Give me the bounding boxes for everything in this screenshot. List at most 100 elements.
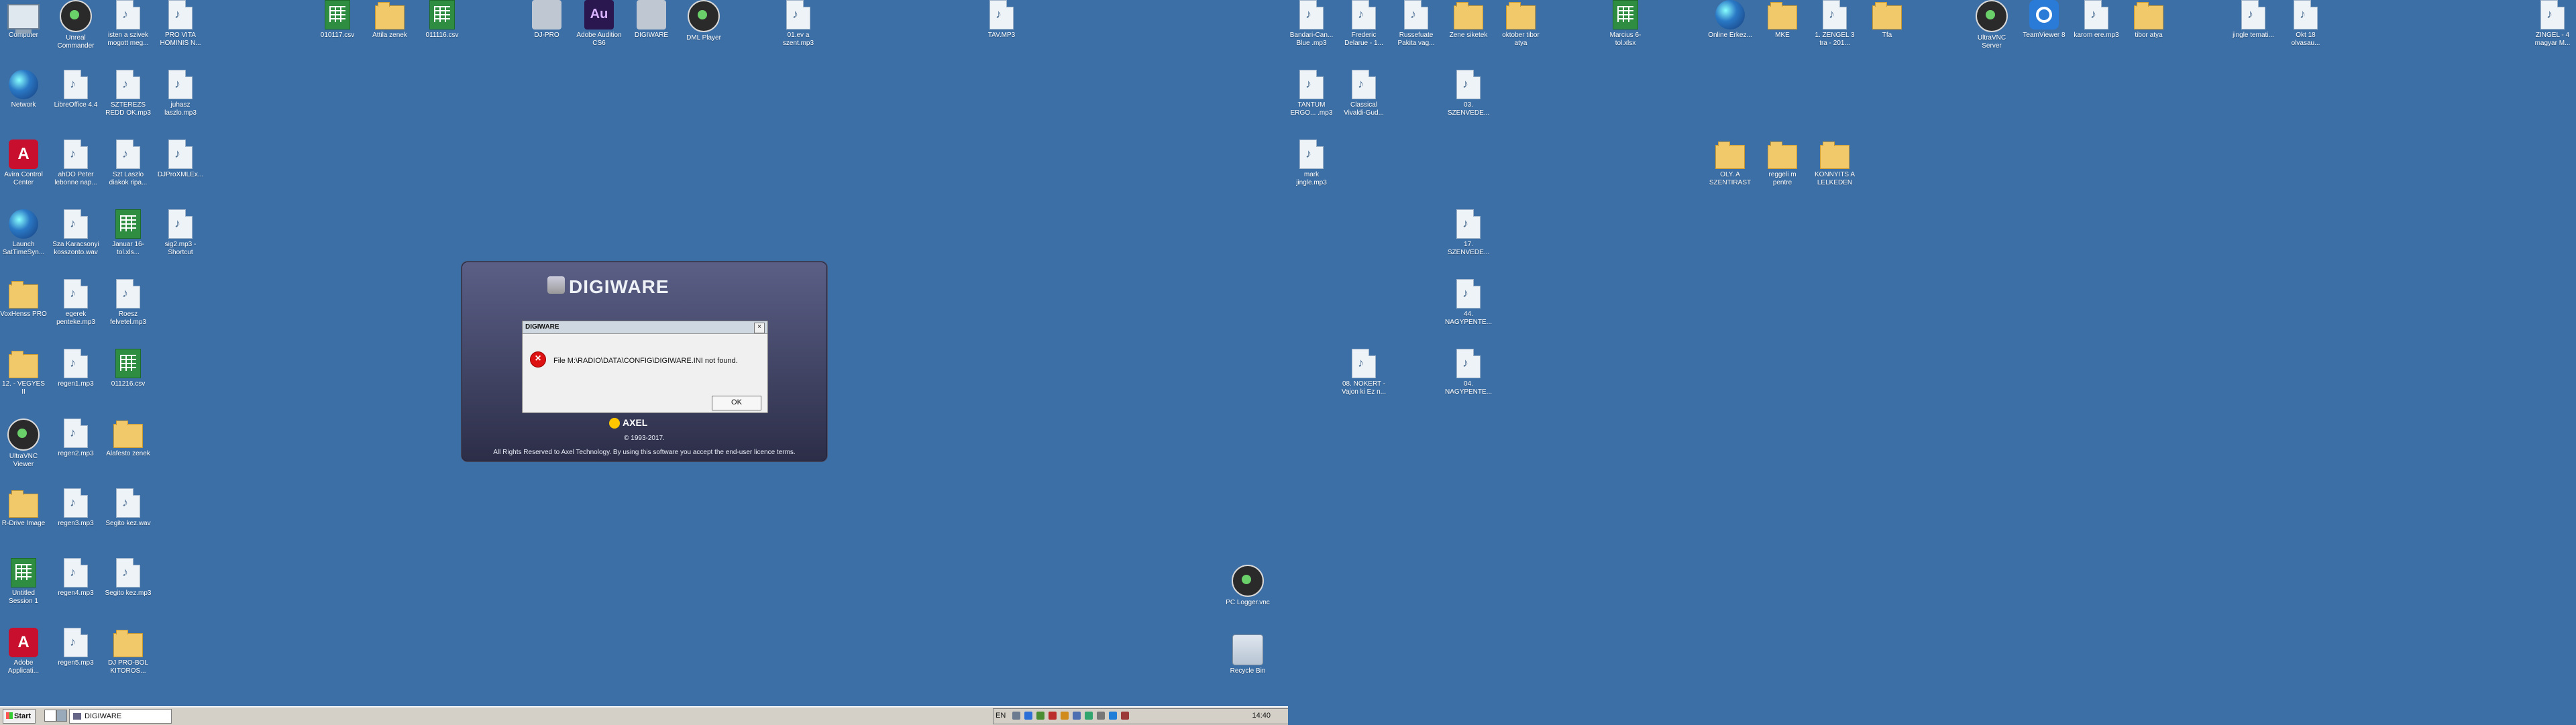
desktop-icon[interactable]: Tfa [1864,0,1911,40]
desktop-icon[interactable]: Adobe Audition CS6 [576,0,623,48]
desktop-icon[interactable]: OLY. A SZENTIRAST [1707,140,1754,187]
desktop-icon[interactable]: karom ere.mp3 [2073,0,2120,40]
tray-icon-1[interactable] [1012,712,1020,720]
desktop-icon[interactable]: Okt 18 olvasau... [2282,0,2329,48]
tray-icon-10[interactable] [1121,712,1129,720]
desktop-icon[interactable]: KONNYITS A LELKEDEN [1811,140,1858,187]
desktop-icon[interactable]: isten a szivek mogott meg... [105,0,152,48]
desktop-icon[interactable]: MKE [1759,0,1806,40]
tray-icon-5[interactable] [1061,712,1069,720]
desktop-icon[interactable]: UltraVNC Server [1968,0,2015,50]
desktop-icon-label: Roesz felvetel.mp3 [110,311,146,326]
desktop-icon[interactable]: DJProXMLEx... [157,140,204,179]
desktop-icon[interactable]: Roesz felvetel.mp3 [105,279,152,327]
desktop-icon[interactable]: R-Drive Image [0,488,47,528]
clock[interactable]: 14:40 [1252,712,1271,720]
tray-icon-3[interactable] [1036,712,1044,720]
desktop-icon[interactable]: oktober tibor atya [1497,0,1544,48]
desktop-icon[interactable]: reggeli m pentre [1759,140,1806,187]
desktop-icon[interactable]: 12. - VEGYES II [0,349,47,396]
desktop-icon[interactable]: PRO VITA HOMINIS N... [157,0,204,48]
desktop-icon[interactable]: SZTEREZS REDD OK.mp3 [105,70,152,117]
folder-icon [2134,2,2163,30]
desktop-icon[interactable]: regen5.mp3 [52,628,99,667]
desktop-icon[interactable]: Adobe Applicati... [0,628,47,675]
desktop-icon[interactable]: 08. NOKERT - Vajon ki Ez n... [1340,349,1387,396]
tray-icon-4[interactable] [1049,712,1057,720]
taskbar-item-digiware[interactable]: DIGIWARE [69,709,172,724]
desktop-icon[interactable]: Classical Vivaldi-Gud... [1340,70,1387,117]
desktop-icon[interactable]: TAV.MP3 [978,0,1025,40]
desktop-icon[interactable]: 04. NAGYPENTE... [1445,349,1492,396]
desktop-icon[interactable]: Network [0,70,47,109]
desktop-icon[interactable]: 01.ev a szent.mp3 [775,0,822,48]
close-button[interactable]: × [754,323,765,333]
tray-icon-2[interactable] [1024,712,1032,720]
sheet-icon [325,0,350,30]
ok-button[interactable]: OK [712,396,761,410]
desktop-icon[interactable]: 03. SZENVEDE... [1445,70,1492,117]
desktop-icon[interactable]: Bandari-Can... Blue .mp3 [1288,0,1335,48]
desktop-icon[interactable]: juhasz laszlo.mp3 [157,70,204,117]
desktop-icon[interactable]: regen3.mp3 [52,488,99,528]
desktop-icon-label: regen2.mp3 [58,450,94,457]
desktop-icon-label: TAV.MP3 [987,32,1016,39]
desktop-icon[interactable]: ZINGEL - 4 magyar M... [2529,0,2576,48]
desktop-icon[interactable]: Online Erkez... [1707,0,1754,40]
desktop-icon[interactable]: regen1.mp3 [52,349,99,388]
desktop-icon[interactable]: Sza Karacsonyi kosszonto.wav [52,209,99,257]
desktop-icon[interactable]: jingle temati... [2230,0,2277,40]
desktop-icon[interactable]: 17. SZENVEDE... [1445,209,1492,257]
desktop-icon[interactable]: egerek penteke.mp3 [52,279,99,327]
desktop-icon[interactable]: Szt Laszlo diakok ripa... [105,140,152,187]
network-icon [1715,0,1745,30]
desktop-icon[interactable]: tibor atya [2125,0,2172,40]
app-red-icon [9,628,38,657]
desktop-icon[interactable]: Recycle Bin [1224,634,1271,675]
desktop-icon[interactable]: Russefuate Pakita vag... [1393,0,1440,48]
desktop-icon[interactable]: Januar 16-tol.xls... [105,209,152,257]
desktop-icon[interactable]: Untitled Session 1 [0,558,47,606]
desktop-icon[interactable]: regen4.mp3 [52,558,99,598]
desktop-icon[interactable]: UltraVNC Viewer [0,419,47,469]
desktop-icon[interactable]: 011116.csv [419,0,466,40]
desktop-icon[interactable]: Avira Control Center [0,140,47,187]
desktop-icon[interactable]: 1. ZENGEL 3 tra - 201... [1811,0,1858,48]
desktop-icon[interactable]: TeamViewer 8 [2021,0,2068,40]
desktop-icon[interactable]: DJ-PRO [523,0,570,40]
desktop-icon-label: regen5.mp3 [58,659,94,667]
language-indicator[interactable]: EN [996,712,1006,720]
start-button[interactable]: Start [3,709,36,724]
show-desktop-icon[interactable] [44,710,56,722]
desktop-icon[interactable]: DIGIWARE [628,0,675,40]
desktop-icon[interactable]: PC Logger.vnc [1224,565,1271,607]
desktop-icon[interactable]: Segito kez.wav [105,488,152,528]
desktop-icon[interactable]: Alafesto zenek [105,419,152,458]
tray-icon-8[interactable] [1097,712,1105,720]
desktop-icon[interactable]: Marcius 6-tol.xlsx [1602,0,1649,48]
desktop-icon[interactable]: LibreOffice 4.4 [52,70,99,109]
desktop-icon[interactable]: regen2.mp3 [52,419,99,458]
desktop-icon[interactable]: 011216.csv [105,349,152,388]
desktop-icon[interactable]: Segito kez.mp3 [105,558,152,598]
desktop-icon[interactable]: DJ PRO-BOL KITOROS... [105,628,152,675]
desktop-icon[interactable]: Zene siketek [1445,0,1492,40]
desktop-icon[interactable]: TANTUM ERGO... .mp3 [1288,70,1335,117]
desktop-icon[interactable]: DML Player [680,0,727,42]
desktop-icon-label: regen4.mp3 [58,590,94,597]
desktop-icon[interactable]: Computer [0,0,47,40]
desktop-icon[interactable]: 44. NAGYPENTE... [1445,279,1492,327]
desktop-icon[interactable]: mark jingle.mp3 [1288,140,1335,187]
desktop-icon[interactable]: Attila zenek [366,0,413,40]
desktop-icon[interactable]: ahDO Peter lebonne nap... [52,140,99,187]
desktop-icon[interactable]: Launch SatTimeSyn... [0,209,47,257]
tray-icon-7[interactable] [1085,712,1093,720]
tray-icon-9[interactable] [1109,712,1117,720]
desktop-icon[interactable]: VoxHenss PRO [0,279,47,319]
desktop-icon[interactable]: Unreal Commander [52,0,99,50]
desktop-icon[interactable]: Frederic Delarue - 1... [1340,0,1387,48]
desktop-icon[interactable]: 010117.csv [314,0,361,40]
tray-icon-6[interactable] [1073,712,1081,720]
desktop-icon[interactable]: sig2.mp3 - Shortcut [157,209,204,257]
quick-launch-icon[interactable] [56,710,67,722]
